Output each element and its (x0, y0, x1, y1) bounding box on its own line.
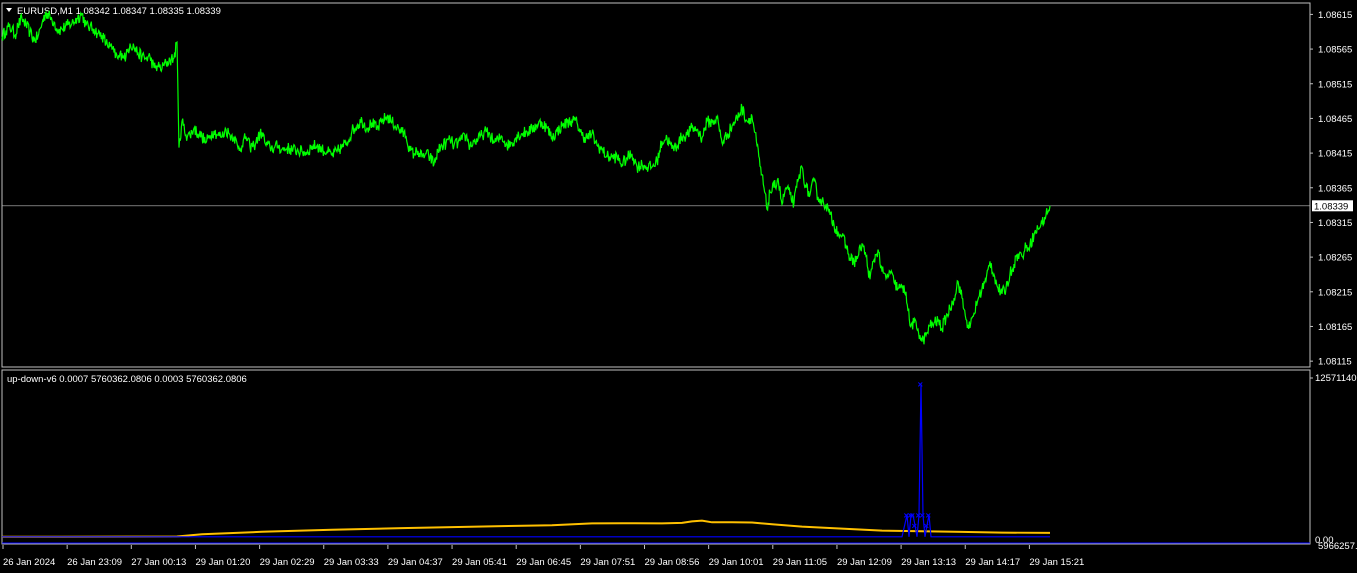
indicator-yellow-line (2, 519, 1051, 538)
time-axis: 26 Jan 2024 26 Jan 23:09 27 Jan 00:13 29 Ja… (2, 545, 1084, 568)
time-axis-label: 29 Jan 02:29 (260, 557, 315, 568)
price-axis-label: 1.08165 (1318, 322, 1352, 333)
time-axis-label: 29 Jan 08:56 (645, 557, 700, 568)
indicator-scale-top: 1257114091 (1315, 373, 1357, 384)
chart-menu-triangle-icon[interactable] (6, 8, 12, 12)
price-series-line (1, 10, 1051, 345)
price-axis-label: 1.08265 (1318, 253, 1352, 264)
time-axis-label: 29 Jan 15:21 (1029, 557, 1084, 568)
time-axis-label: 29 Jan 01:20 (195, 557, 250, 568)
time-axis-label: 26 Jan 2024 (3, 557, 55, 568)
chart-window[interactable]: EURUSD,M1 1.08342 1.08347 1.08335 1.0833… (0, 0, 1357, 573)
indicator-label: up-down-v6 0.0007 5760362.0806 0.0003 57… (7, 374, 247, 385)
time-axis-label: 27 Jan 00:13 (131, 557, 186, 568)
price-y-axis: 1.08615 1.08565 1.08515 1.08465 1.08415 1.083… (1310, 10, 1352, 368)
time-axis-label: 29 Jan 14:17 (965, 557, 1020, 568)
price-axis-label: 1.08115 (1318, 357, 1352, 368)
time-axis-label: 29 Jan 03:33 (324, 557, 379, 568)
current-price-label: 1.08339 (1314, 201, 1348, 212)
price-panel[interactable]: EURUSD,M1 1.08342 1.08347 1.08335 1.0833… (1, 2, 1353, 368)
time-axis-label: 29 Jan 07:51 (580, 557, 635, 568)
price-axis-label: 1.08215 (1318, 287, 1352, 298)
indicator-panel[interactable]: up-down-v6 0.0007 5760362.0806 0.0003 57… (1, 369, 1357, 552)
price-axis-label: 1.08315 (1318, 218, 1352, 229)
price-axis-label: 1.08615 (1318, 10, 1352, 21)
indicator-x-markers: ××××××××× (904, 380, 932, 532)
indicator-scale-bottom-overlap: 5966257.0 (1318, 541, 1357, 552)
time-axis-label: 29 Jan 04:37 (388, 557, 443, 568)
indicator-blue-line (2, 384, 1050, 538)
price-axis-label: 1.08415 (1318, 149, 1352, 160)
current-price-box: 1.08339 (1312, 200, 1353, 212)
price-axis-label: 1.08365 (1318, 183, 1352, 194)
indicator-x-marker: × (912, 521, 918, 532)
price-axis-label: 1.08515 (1318, 79, 1352, 90)
price-panel-border (1, 2, 1311, 368)
time-axis-label: 29 Jan 11:05 (773, 557, 827, 568)
price-axis-label: 1.08565 (1318, 45, 1352, 56)
indicator-x-marker: × (918, 380, 924, 391)
time-axis-label: 29 Jan 12:09 (837, 557, 892, 568)
indicator-x-marker: × (924, 521, 930, 532)
indicator-panel-border (1, 369, 1311, 545)
time-axis-label: 29 Jan 06:45 (516, 557, 571, 568)
time-axis-label: 26 Jan 23:09 (67, 557, 122, 568)
time-axis-label: 29 Jan 05:41 (452, 557, 507, 568)
indicator-x-marker: × (926, 510, 932, 521)
time-axis-label: 29 Jan 13:13 (901, 557, 956, 568)
time-axis-label: 29 Jan 10:01 (709, 557, 764, 568)
price-axis-label: 1.08465 (1318, 114, 1352, 125)
